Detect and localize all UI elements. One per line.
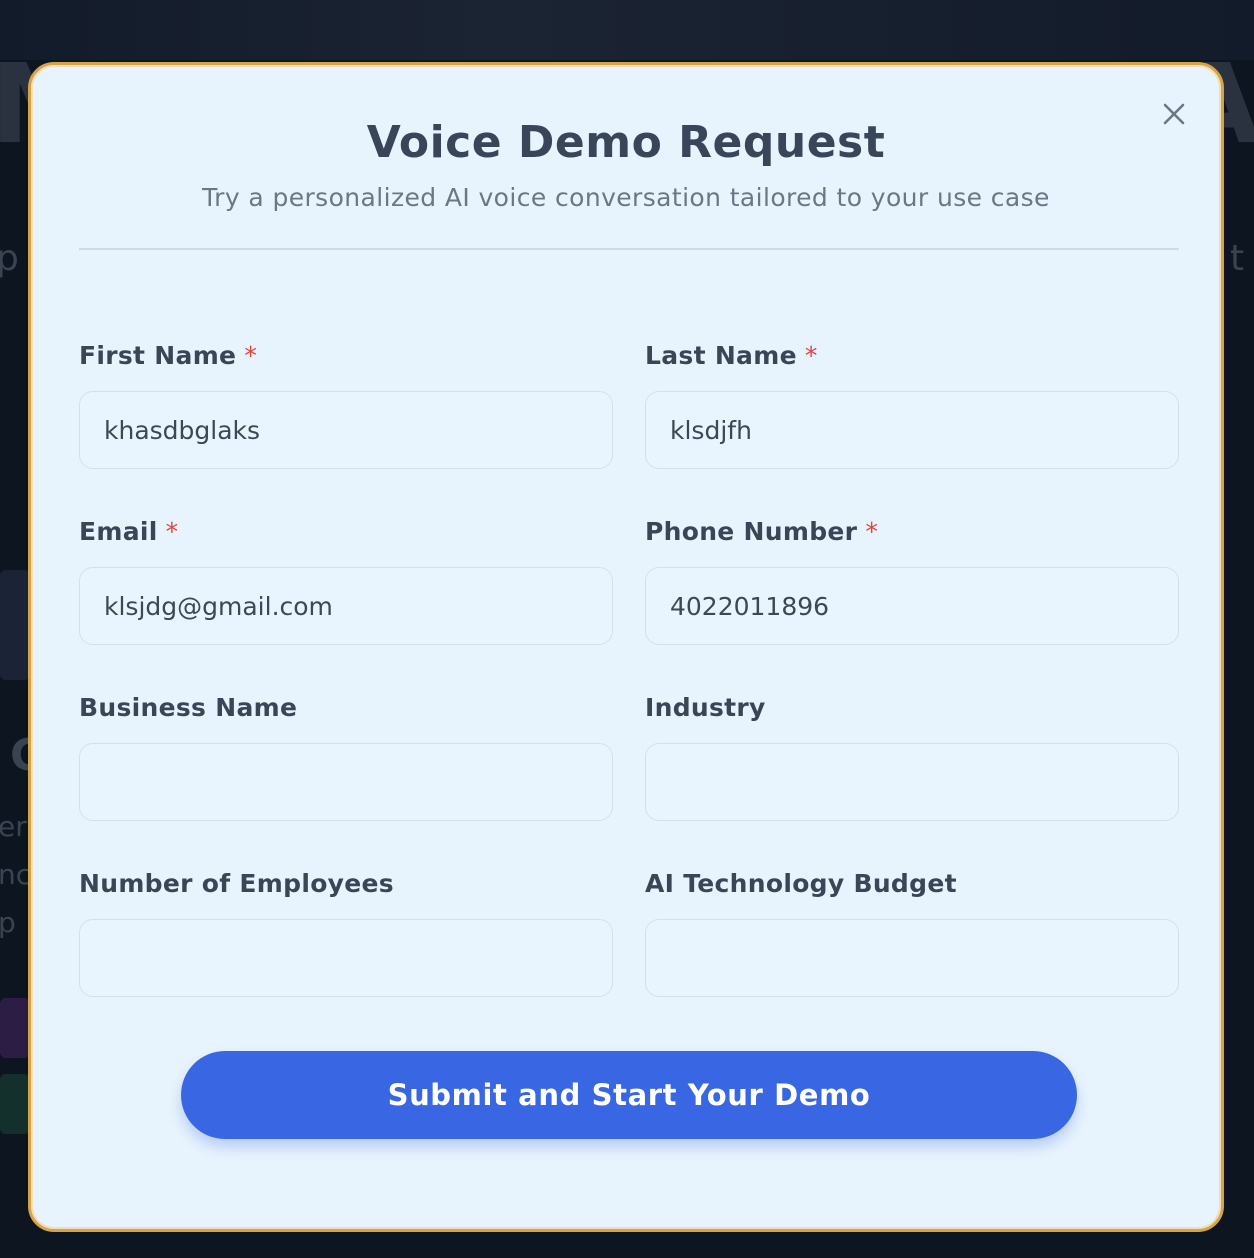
modal-subtitle: Try a personalized AI voice conversation… <box>202 183 1050 212</box>
background-text-fragment: p <box>0 906 16 939</box>
voice-demo-modal: Voice Demo Request Try a personalized AI… <box>28 62 1224 1232</box>
first-name-input[interactable] <box>79 391 613 469</box>
required-asterisk: * <box>804 341 818 370</box>
budget-field: AI Technology Budget <box>645 867 1179 997</box>
phone-field: Phone Number * <box>645 515 1179 645</box>
background-header-strip <box>0 0 1254 60</box>
first-name-field: First Name * <box>79 339 613 469</box>
phone-input[interactable] <box>645 567 1179 645</box>
submit-demo-button[interactable]: Submit and Start Your Demo <box>181 1051 1077 1139</box>
last-name-input[interactable] <box>645 391 1179 469</box>
industry-label: Industry <box>645 693 766 722</box>
background-text-fragment: t <box>1230 238 1245 279</box>
required-asterisk: * <box>865 517 879 546</box>
employees-field: Number of Employees <box>79 867 613 997</box>
background-tag <box>0 1074 30 1134</box>
background-tag <box>0 998 30 1058</box>
business-name-label: Business Name <box>79 693 298 722</box>
required-asterisk: * <box>165 517 179 546</box>
background-text-fragment: er <box>0 810 27 843</box>
last-name-field: Last Name * <box>645 339 1179 469</box>
background-text-fragment: nc <box>0 858 32 891</box>
required-asterisk: * <box>244 341 258 370</box>
employees-input[interactable] <box>79 919 613 997</box>
background-card-edge <box>0 570 30 680</box>
background-text-fragment: p <box>0 238 19 279</box>
business-name-input[interactable] <box>79 743 613 821</box>
industry-input[interactable] <box>645 743 1179 821</box>
employees-label: Number of Employees <box>79 869 394 898</box>
email-label: Email * <box>79 517 179 546</box>
header-divider <box>79 248 1179 250</box>
email-input[interactable] <box>79 567 613 645</box>
first-name-label: First Name * <box>79 341 258 370</box>
last-name-label: Last Name * <box>645 341 818 370</box>
email-field: Email * <box>79 515 613 645</box>
budget-input[interactable] <box>645 919 1179 997</box>
industry-field: Industry <box>645 691 1179 821</box>
budget-label: AI Technology Budget <box>645 869 957 898</box>
phone-label: Phone Number * <box>645 517 879 546</box>
business-name-field: Business Name <box>79 691 613 821</box>
modal-title: Voice Demo Request <box>366 117 886 168</box>
